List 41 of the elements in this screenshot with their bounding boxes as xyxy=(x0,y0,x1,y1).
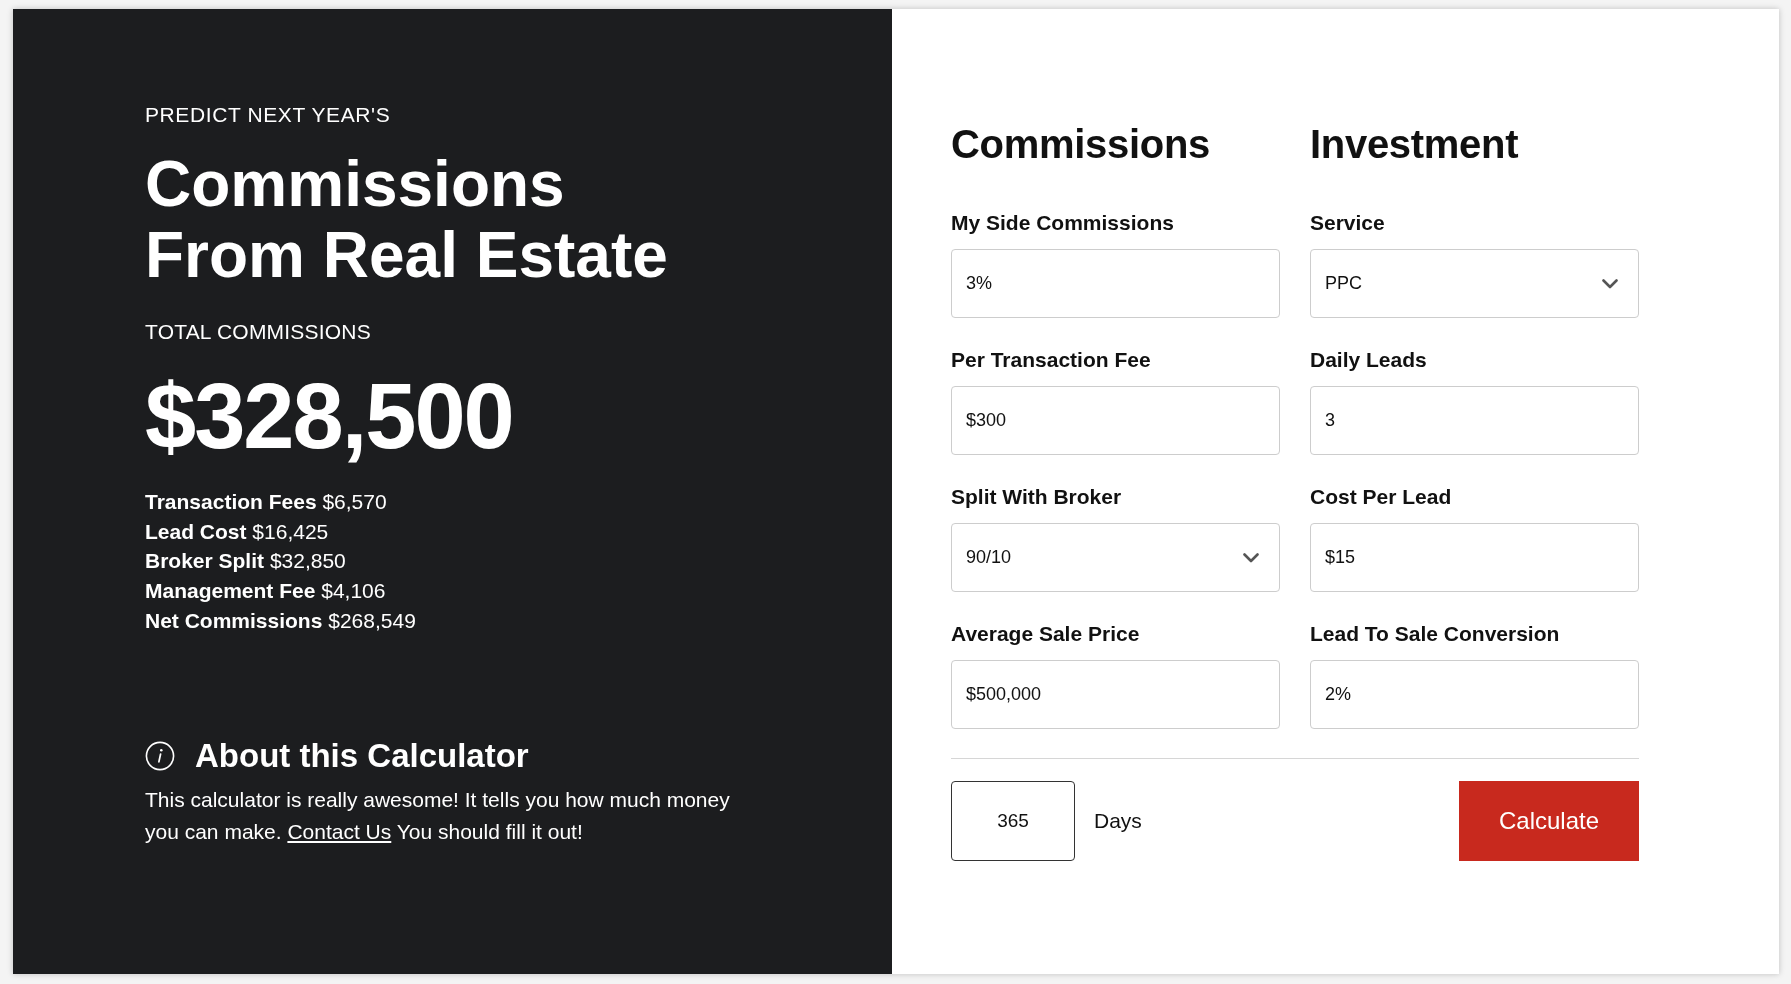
breakdown-value: $16,425 xyxy=(252,519,329,543)
column-heading: Commissions xyxy=(951,121,1211,168)
page-title: Commissions From Real Estate xyxy=(145,149,669,291)
days-input[interactable]: 365 xyxy=(951,781,1075,861)
field-label: Service xyxy=(1310,210,1386,235)
input-field[interactable]: $300 xyxy=(951,386,1280,455)
section-heading: About this Calculator xyxy=(195,735,529,776)
breakdown-value: $6,570 xyxy=(322,490,387,513)
days-label: Days xyxy=(1094,808,1142,835)
breakdown-label: Lead Cost xyxy=(145,519,247,543)
total-label: TOTAL COMMISSIONS xyxy=(145,319,372,344)
eyebrow-text: PREDICT NEXT YEAR'S xyxy=(145,102,392,127)
field-label: Split With Broker xyxy=(951,484,1123,509)
field-label: Cost Per Lead xyxy=(1310,484,1453,509)
field-label: Average Sale Price xyxy=(951,621,1141,646)
chevron-down-icon xyxy=(1602,278,1618,289)
contact-link[interactable]: Contact Us xyxy=(287,819,392,843)
breakdown-label: Net Commissions xyxy=(145,608,323,632)
input-field[interactable]: 3% xyxy=(951,249,1280,318)
chevron-down-icon xyxy=(1243,552,1259,563)
field-label: Lead To Sale Conversion xyxy=(1310,621,1561,646)
dropdown-field[interactable]: 90/10 xyxy=(951,523,1280,592)
field-label: My Side Commissions xyxy=(951,210,1175,235)
total-amount: $328,500 xyxy=(145,366,514,467)
input-field[interactable]: $15 xyxy=(1310,523,1639,592)
calculate-button[interactable]: Calculate xyxy=(1459,781,1639,861)
breakdown-value: $32,850 xyxy=(269,549,346,573)
input-field[interactable]: 3 xyxy=(1310,386,1639,455)
breakdown-label: Management Fee xyxy=(145,579,316,603)
column-heading: Investment xyxy=(1310,121,1520,168)
about-text: This calculator is really awesome! It tells you how much money you can make. Contact Us You should fill it out! xyxy=(145,786,731,845)
info-icon xyxy=(145,740,175,771)
input-field[interactable]: 2% xyxy=(1310,660,1639,729)
dropdown-field[interactable]: PPC xyxy=(1310,249,1639,318)
field-label: Per Transaction Fee xyxy=(951,347,1152,372)
breakdown-value: $4,106 xyxy=(321,579,386,603)
input-field[interactable]: $500,000 xyxy=(951,660,1280,729)
breakdown-label: Transaction Fees xyxy=(145,490,317,513)
breakdown-label: Broker Split xyxy=(145,549,265,573)
field-label: Daily Leads xyxy=(1310,347,1428,372)
breakdown-value: $268,549 xyxy=(328,608,416,632)
